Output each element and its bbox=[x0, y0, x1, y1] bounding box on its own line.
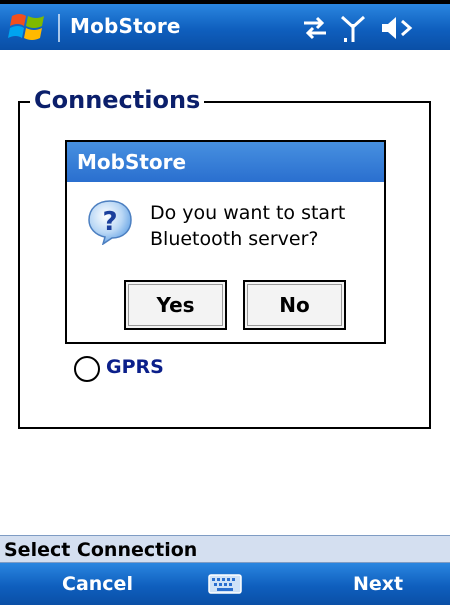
radio-button-icon[interactable] bbox=[74, 356, 100, 382]
cancel-softkey[interactable]: Cancel bbox=[62, 563, 133, 605]
select-connection-bar: Select Connection bbox=[0, 535, 450, 563]
svg-text:?: ? bbox=[102, 207, 117, 237]
signal-icon[interactable] bbox=[340, 14, 366, 44]
dialog-title: MobStore bbox=[67, 142, 384, 182]
volume-icon[interactable] bbox=[380, 14, 414, 42]
app-title: MobStore bbox=[70, 14, 181, 38]
yes-button[interactable]: Yes bbox=[124, 280, 227, 330]
dialog-message: Do you want to start Bluetooth server? bbox=[150, 202, 346, 250]
connections-legend: Connections bbox=[30, 86, 205, 114]
radio-label[interactable]: GPRS bbox=[106, 356, 164, 378]
no-button[interactable]: No bbox=[243, 280, 346, 330]
connectivity-icon[interactable] bbox=[300, 14, 330, 42]
confirm-dialog: MobStore ? Do you want to start Bluetoot… bbox=[65, 140, 386, 344]
title-bar: MobStore bbox=[0, 0, 450, 50]
title-separator bbox=[58, 14, 60, 42]
windows-start-icon[interactable] bbox=[6, 10, 50, 46]
softkey-bar: Cancel Next bbox=[0, 563, 450, 605]
question-icon: ? bbox=[88, 200, 132, 245]
keyboard-icon[interactable] bbox=[208, 574, 242, 594]
next-softkey[interactable]: Next bbox=[353, 563, 403, 605]
